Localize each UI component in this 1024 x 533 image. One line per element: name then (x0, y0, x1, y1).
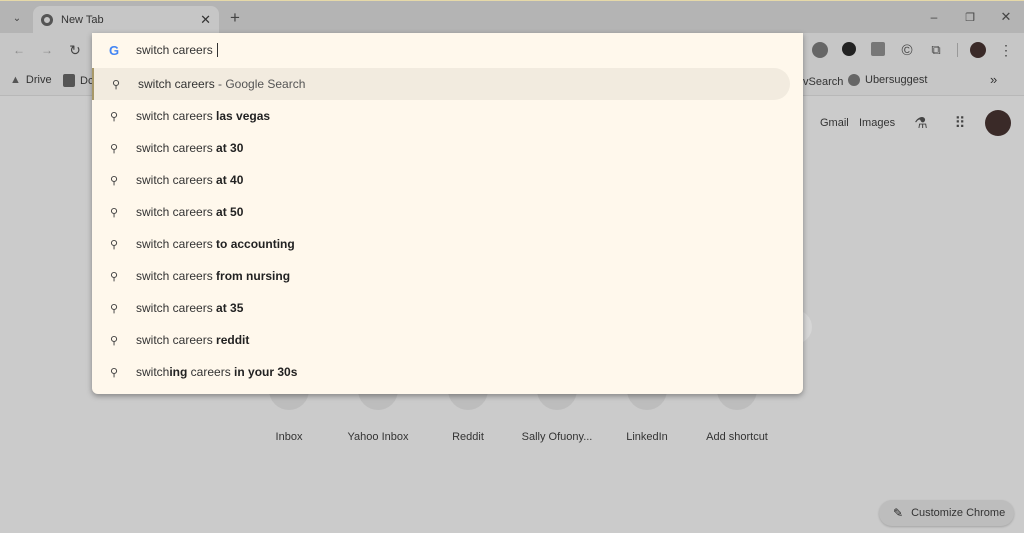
omnibox-dropdown: G switch careers ⚲ switch careers - Googl… (92, 33, 803, 394)
docs-icon (63, 74, 75, 87)
search-icon: ⚲ (109, 110, 119, 123)
google-g-icon: G (108, 42, 120, 58)
account-avatar[interactable] (985, 110, 1011, 136)
pencil-icon: ✎ (893, 506, 904, 520)
bookmark-docs[interactable]: Dc (63, 74, 93, 87)
search-icon: ⚲ (109, 238, 119, 251)
search-icon: ⚲ (111, 78, 121, 91)
suggestion-item[interactable]: ⚲ switch careers at 35 (92, 292, 790, 324)
new-tab-button[interactable]: + (226, 7, 244, 29)
search-icon: ⚲ (109, 270, 119, 283)
drive-icon: ▲ (10, 74, 21, 86)
profile-avatar[interactable] (970, 42, 986, 58)
suggestion-item[interactable]: ⚲ switch careers at 50 (92, 196, 790, 228)
bookmark-search[interactable]: vSearch (803, 74, 843, 88)
bookmark-drive[interactable]: ▲ Drive (10, 74, 52, 86)
search-icon: ⚲ (109, 366, 119, 379)
search-icon: ⚲ (109, 174, 119, 187)
search-icon: ⚲ (109, 334, 119, 347)
suggestion-text: switch careers to accounting (136, 237, 295, 251)
customize-chrome-button[interactable]: ✎ Customize Chrome (879, 500, 1014, 526)
forward-icon[interactable]: → (38, 41, 56, 59)
text-cursor (216, 43, 218, 57)
back-icon[interactable]: ← (10, 41, 28, 59)
tab-title: New Tab (61, 14, 104, 26)
chrome-icon (41, 14, 53, 26)
gmail-link[interactable]: Gmail (820, 117, 849, 129)
copyright-extension-icon[interactable]: © (898, 41, 916, 59)
search-icon: ⚲ (109, 142, 119, 155)
suggestion-item[interactable]: ⚲ switch careers las vegas (92, 100, 790, 132)
labs-flask-icon[interactable]: ⚗ (912, 114, 930, 132)
suggestion-item[interactable]: ⚲ switching careers in your 30s (92, 356, 790, 388)
suggestion-text: switch careers - Google Search (138, 77, 306, 91)
suggestion-item[interactable]: ⚲ switch careers to accounting (92, 228, 790, 260)
suggestion-text: switch careers at 50 (136, 205, 244, 219)
suggestion-text: switch careers at 30 (136, 141, 244, 155)
tab-new-tab[interactable]: New Tab ✕ (33, 6, 219, 34)
images-link[interactable]: Images (859, 117, 895, 129)
search-icon: ⚲ (109, 206, 119, 219)
search-icon: ⚲ (109, 302, 119, 315)
close-window-icon[interactable]: ✕ (996, 7, 1016, 27)
restore-icon[interactable]: ❐ (960, 7, 980, 27)
suggestion-text: switching careers in your 30s (136, 365, 298, 379)
extension-icon[interactable] (871, 42, 885, 56)
reload-icon[interactable]: ↻ (66, 41, 84, 59)
suggestion-item[interactable]: ⚲ switch careers at 40 (92, 164, 790, 196)
suggestion-text: switch careers at 40 (136, 173, 244, 187)
extension-icon[interactable] (812, 42, 828, 58)
minimize-icon[interactable]: – (924, 7, 944, 27)
ubersuggest-icon (848, 74, 860, 86)
tab-strip: ⌄ New Tab ✕ + – ❐ ✕ (0, 0, 1024, 34)
more-bookmarks-icon[interactable]: » (990, 72, 997, 87)
menu-kebab-icon[interactable]: ⋮ (998, 41, 1014, 59)
omnibox-input[interactable]: G switch careers (92, 34, 790, 66)
suggestion-text: switch careers from nursing (136, 269, 291, 283)
tab-search-chevron-icon[interactable]: ⌄ (6, 7, 28, 29)
suggestion-item[interactable]: ⚲ switch careers at 30 (92, 132, 790, 164)
suggestion-item[interactable]: ⚲ switch careers from nursing (92, 260, 790, 292)
suggestion-text: switch careers las vegas (136, 109, 271, 123)
close-tab-icon[interactable]: ✕ (200, 12, 211, 28)
apps-grid-icon[interactable]: ⠿ (950, 114, 968, 132)
bookmark-ubersuggest[interactable]: Ubersuggest (848, 74, 927, 86)
divider (957, 43, 958, 57)
extension-icon[interactable] (842, 42, 856, 56)
extensions-puzzle-icon[interactable]: ⧉ (927, 41, 945, 59)
suggestion-text: switch careers reddit (136, 333, 250, 347)
suggestion-item[interactable]: ⚲ switch careers reddit (92, 324, 790, 356)
suggestion-item[interactable]: ⚲ switch careers - Google Search (92, 68, 790, 100)
suggestion-text: switch careers at 35 (136, 301, 244, 315)
